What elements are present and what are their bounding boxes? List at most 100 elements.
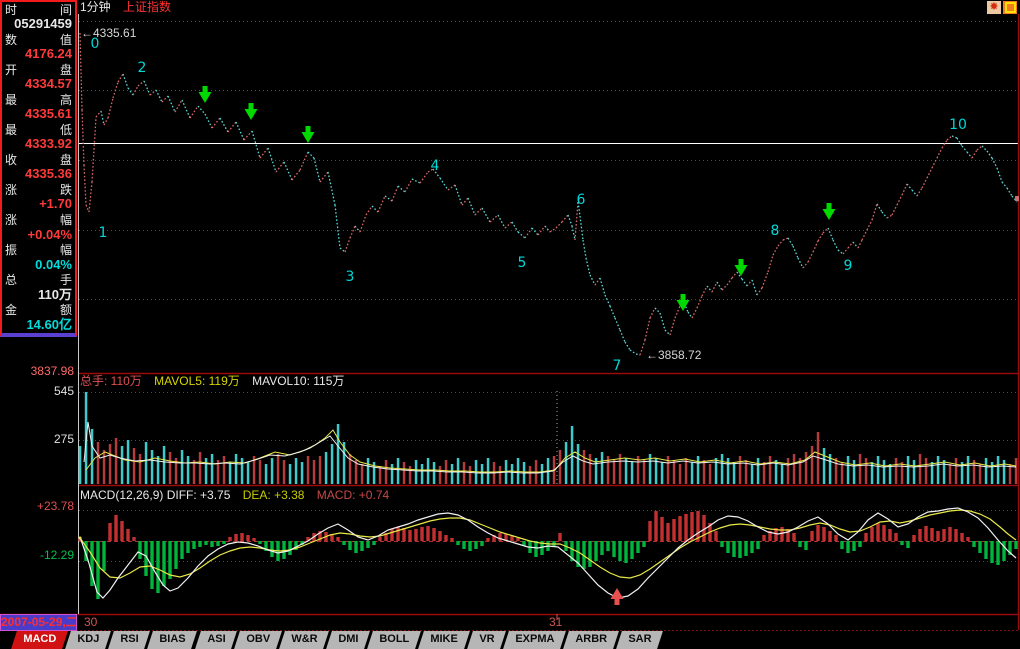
tab-label: VR xyxy=(479,633,494,645)
period-label[interactable]: 1分钟 xyxy=(80,0,111,14)
signal-markers xyxy=(199,86,836,605)
quote-row: 数值4176.24 xyxy=(5,33,72,61)
volume-bars xyxy=(79,392,1018,484)
tab-label: W&R xyxy=(291,633,317,645)
quote-panel: 时间05291459数值4176.24开盘4334.57最高4335.61最低4… xyxy=(0,0,77,337)
macd-diff-label: MACD(12,26,9) DIFF: +3.75 xyxy=(80,488,230,502)
wave-number-label: 2 xyxy=(138,60,147,76)
low-annotation: ←3858.72 xyxy=(646,348,701,362)
quote-row-label: 数值 xyxy=(5,33,72,47)
sell-signal-arrow-icon xyxy=(199,86,212,103)
tab-sar[interactable]: SAR xyxy=(616,631,663,649)
volume-pane-header: 总手: 110万 MAVOL5: 119万 MAVOL10: 115万 xyxy=(80,374,353,388)
chart-canvas[interactable]: 012345678910 xyxy=(0,0,1020,649)
restore-box-glyph xyxy=(1005,2,1016,13)
quote-row-label: 时间 xyxy=(5,3,72,17)
tab-vr[interactable]: VR xyxy=(467,631,506,649)
pattern-star-icon[interactable]: ✸ xyxy=(987,1,1001,14)
macd-dea-label: DEA: +3.38 xyxy=(243,488,305,502)
wave-number-label: 3 xyxy=(346,269,355,285)
tab-kdj[interactable]: KDJ xyxy=(65,631,111,649)
quote-row-value: 0.04% xyxy=(5,258,72,272)
window-controls: ✸ xyxy=(987,1,1017,14)
sell-signal-arrow-icon xyxy=(823,203,836,220)
quote-row-label: 涨跌 xyxy=(5,183,72,197)
quote-row-label: 最低 xyxy=(5,123,72,137)
quote-row: 时间05291459 xyxy=(5,3,72,31)
restore-window-icon[interactable] xyxy=(1003,1,1017,14)
tab-label: OBV xyxy=(246,633,270,645)
date-box: 2007-05-29,二 xyxy=(0,614,77,631)
tab-label: KDJ xyxy=(77,633,99,645)
tab-bias[interactable]: BIAS xyxy=(147,631,197,649)
mavol5-value-label: MAVOL5: 119万 xyxy=(154,374,240,388)
tab-boll[interactable]: BOLL xyxy=(367,631,421,649)
quote-row-value: 4335.36 xyxy=(5,167,72,181)
chart-title: 1分钟 上证指数 xyxy=(80,0,180,14)
tab-rsi[interactable]: RSI xyxy=(108,631,150,649)
quote-row: 金额14.60亿 xyxy=(5,303,72,331)
tab-label: MACD xyxy=(23,633,56,645)
x-axis-label: 30 xyxy=(84,615,97,629)
tab-dmi[interactable]: DMI xyxy=(326,631,370,649)
indicator-tab-bar: MACD KDJ RSI BIAS ASI OBV W&R DMI BOLL MIKE VR EXPM… xyxy=(0,631,1020,649)
macd-pane-header: MACD(12,26,9) DIFF: +3.75 DEA: +3.38 MAC… xyxy=(80,488,398,502)
wave-number-label: 8 xyxy=(771,223,780,239)
wave-number-label: 10 xyxy=(949,117,967,133)
quote-row: 最高4335.61 xyxy=(5,93,72,121)
quote-row-value: 4334.57 xyxy=(5,77,72,91)
tab-macd[interactable]: MACD xyxy=(11,631,68,649)
tab-arbr[interactable]: ARBR xyxy=(563,631,619,649)
wave-number-label: 4 xyxy=(431,158,440,174)
quote-row-value: 4333.92 xyxy=(5,137,72,151)
macd-axis-top-label: +23.78 xyxy=(0,500,74,513)
tab-obv[interactable]: OBV xyxy=(234,631,282,649)
volume-gridlines xyxy=(79,393,1018,441)
quote-row: 涨跌+1.70 xyxy=(5,183,72,211)
wave-number-label: 9 xyxy=(844,258,853,274)
tab-label: DMI xyxy=(338,633,358,645)
wave-number-labels: 012345678910 xyxy=(91,36,967,374)
quote-row-label: 振幅 xyxy=(5,243,72,257)
quote-row-value: 14.60亿 xyxy=(5,318,72,332)
buy-signal-arrow-icon xyxy=(611,588,624,605)
quote-row-label: 最高 xyxy=(5,93,72,107)
tab-label: ARBR xyxy=(575,633,607,645)
tab-label: EXPMA xyxy=(515,633,554,645)
quote-row-value: 4176.24 xyxy=(5,47,72,61)
tab-label: BOLL xyxy=(380,633,410,645)
tab-mike[interactable]: MIKE xyxy=(418,631,469,649)
tab-asi[interactable]: ASI xyxy=(195,631,237,649)
volume-axis-top-label: 545 xyxy=(0,385,74,398)
quote-row-value: 05291459 xyxy=(5,17,72,31)
quote-row-label: 涨幅 xyxy=(5,213,72,227)
sell-signal-arrow-icon xyxy=(302,126,315,143)
tab-label: ASI xyxy=(207,633,225,645)
quote-row: 收盘4335.36 xyxy=(5,153,72,181)
quote-row-value: 4335.61 xyxy=(5,107,72,121)
quote-row-value: 110万 xyxy=(5,288,72,302)
quote-row: 总手110万 xyxy=(5,273,72,301)
quote-row-label: 收盘 xyxy=(5,153,72,167)
symbol-label[interactable]: 上证指数 xyxy=(123,0,171,14)
wave-number-label: 5 xyxy=(518,255,527,271)
quote-row: 开盘4334.57 xyxy=(5,63,72,91)
macd-value-label: MACD: +0.74 xyxy=(317,488,389,502)
volume-axis-mid-label: 275 xyxy=(0,433,74,446)
tab-label: MIKE xyxy=(431,633,459,645)
wave-number-label: 1 xyxy=(99,225,108,241)
quote-row-label: 金额 xyxy=(5,303,72,317)
quote-row-label: 总手 xyxy=(5,273,72,287)
quote-row-label: 开盘 xyxy=(5,63,72,77)
quote-row: 最低4333.92 xyxy=(5,123,72,151)
price-line xyxy=(80,33,1019,355)
macd-axis-bottom-label: -12.29 xyxy=(0,549,74,562)
tab-label: BIAS xyxy=(160,633,186,645)
tab-expma[interactable]: EXPMA xyxy=(503,631,566,649)
tab-wandr[interactable]: W&R xyxy=(279,631,329,649)
quote-row: 振幅0.04% xyxy=(5,243,72,271)
sell-signal-arrow-icon xyxy=(245,103,258,120)
stock-app-window: 012345678910 时间05291459数值4176.24开盘4334.5… xyxy=(0,0,1020,649)
mavol10-value-label: MAVOL10: 115万 xyxy=(252,374,344,388)
quote-row-value: +0.04% xyxy=(5,228,72,242)
